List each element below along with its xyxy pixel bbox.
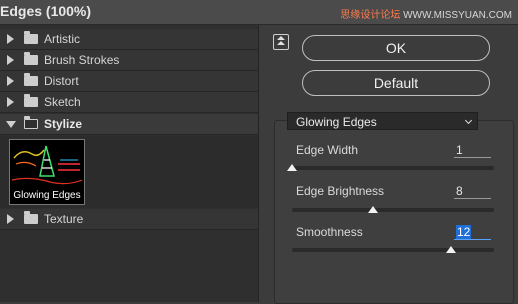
smoothness-value: 12 xyxy=(456,225,472,239)
slider-handle[interactable] xyxy=(368,206,378,213)
chevron-up-icon xyxy=(277,41,285,45)
folder-label: Sketch xyxy=(44,95,81,109)
filter-select-value: Glowing Edges xyxy=(296,115,377,129)
edge-width-value: 1 xyxy=(456,143,463,157)
edge-brightness-slider[interactable] xyxy=(292,206,494,213)
smoothness-slider[interactable] xyxy=(292,246,494,253)
default-button[interactable]: Default xyxy=(302,70,490,96)
edge-width-slider[interactable] xyxy=(287,164,494,171)
folder-sketch[interactable]: Sketch xyxy=(0,92,258,113)
slider-handle[interactable] xyxy=(287,164,297,171)
folder-label: Artistic xyxy=(44,32,80,46)
glowing-edges-preview-image xyxy=(10,140,84,190)
folder-label: Brush Strokes xyxy=(44,53,120,67)
folder-icon xyxy=(24,31,38,44)
folder-label: Stylize xyxy=(44,117,83,131)
folder-icon xyxy=(24,52,38,65)
expand-arrow-icon[interactable] xyxy=(7,55,14,65)
folder-icon xyxy=(24,73,38,86)
folder-icon xyxy=(24,211,38,224)
slider-handle[interactable] xyxy=(446,246,456,253)
watermark: 思缘设计论坛 WWW.MISSYUAN.COM xyxy=(340,6,512,21)
collapse-arrow-icon[interactable] xyxy=(6,121,16,128)
edge-brightness-input[interactable]: 8 xyxy=(454,183,491,199)
folder-texture[interactable]: Texture xyxy=(0,209,258,230)
folder-stylize[interactable]: Stylize xyxy=(0,114,258,135)
folder-label: Distort xyxy=(44,74,79,88)
folder-distort[interactable]: Distort xyxy=(0,71,258,92)
filter-select[interactable]: Glowing Edges xyxy=(287,112,478,130)
chevron-up-icon xyxy=(277,36,285,40)
thumbnail-label: Glowing Edges xyxy=(13,190,81,201)
folder-brush-strokes[interactable]: Brush Strokes xyxy=(0,50,258,71)
folder-icon xyxy=(24,94,38,107)
expand-arrow-icon[interactable] xyxy=(7,214,14,224)
ok-button[interactable]: OK xyxy=(302,35,490,61)
glowing-edges-thumbnail[interactable]: Glowing Edges xyxy=(9,139,85,205)
watermark-site: WWW.MISSYUAN.COM xyxy=(403,10,512,21)
edge-brightness-label: Edge Brightness xyxy=(296,184,385,198)
edge-width-label: Edge Width xyxy=(296,143,359,157)
expand-arrow-icon[interactable] xyxy=(7,76,14,86)
smoothness-input[interactable]: 12 xyxy=(454,224,491,240)
edge-width-input[interactable]: 1 xyxy=(454,142,491,158)
title-bar: Edges (100%) 思缘设计论坛 WWW.MISSYUAN.COM xyxy=(0,0,518,25)
folder-label: Texture xyxy=(44,212,84,226)
folder-artistic[interactable]: Artistic xyxy=(0,29,258,50)
smoothness-label: Smoothness xyxy=(296,225,363,239)
expand-arrow-icon[interactable] xyxy=(7,34,14,44)
expand-arrow-icon[interactable] xyxy=(7,97,14,107)
chevron-down-icon xyxy=(464,116,473,125)
filter-thumbnails: Glowing Edges xyxy=(0,136,258,208)
filter-gallery-panel: Artistic Brush Strokes Distort Sketch St… xyxy=(0,25,259,302)
edge-brightness-value: 8 xyxy=(456,184,463,198)
window-title: Edges (100%) xyxy=(0,3,92,19)
open-folder-icon xyxy=(24,116,38,129)
collapse-gallery-button[interactable] xyxy=(273,34,289,50)
watermark-brand: 思缘设计论坛 xyxy=(340,10,401,21)
